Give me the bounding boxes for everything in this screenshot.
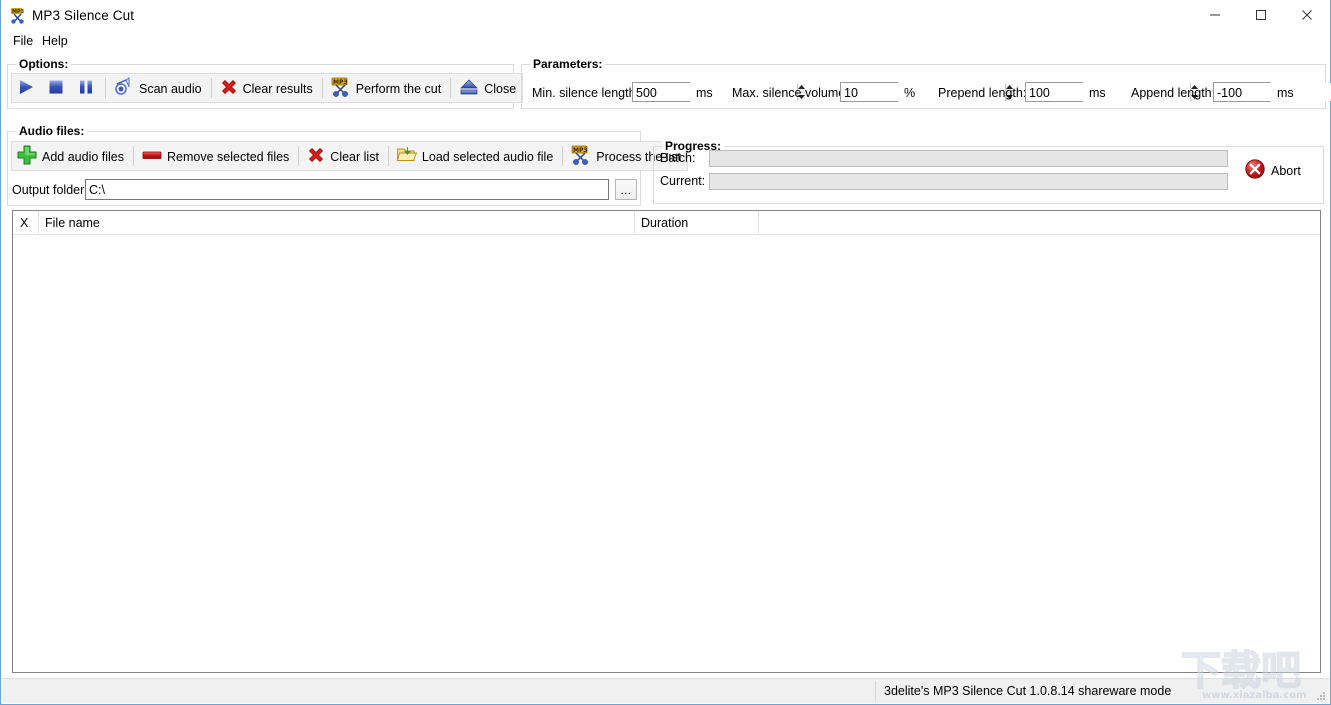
clear-list-label: Clear list [330,149,379,164]
eject-icon [458,76,480,101]
file-list-view[interactable]: X File name Duration [12,210,1321,673]
maximize-button[interactable] [1238,0,1284,30]
close-action-label: Close [484,81,517,96]
toolbar-separator [321,78,323,98]
prepend-length-label: Prepend length: [938,86,1027,100]
remove-selected-files-label: Remove selected files [167,149,290,164]
clear-list-button[interactable]: Clear list [302,142,385,170]
append-length-label: Append length: [1131,86,1216,100]
parameters-group-label: Parameters: [530,57,606,71]
audio-files-toolbar: Add audio files Remove selected files Cl… [11,141,689,171]
batch-progress-label: Batch: [660,151,696,165]
load-selected-audio-file-label: Load selected audio file [421,149,554,164]
abort-label: Abort [1271,163,1301,178]
load-selected-audio-file-button[interactable]: Load selected audio file [392,142,559,170]
min-silence-length-label: Min. silence length: [532,86,640,100]
max-silence-volume-unit: % [904,86,916,100]
red-x-icon [219,77,239,100]
add-audio-files-label: Add audio files [42,149,125,164]
clear-results-button[interactable]: Clear results [215,74,319,102]
current-progress-label: Current: [660,174,706,188]
play-icon [16,77,36,100]
add-audio-files-button[interactable]: Add audio files [12,142,130,170]
minimize-button[interactable] [1192,0,1238,30]
append-length-stepper[interactable] [1213,82,1331,102]
toolbar-separator [133,146,135,166]
close-button[interactable] [1284,0,1330,30]
file-list-header: X File name Duration [13,211,1320,235]
red-minus-icon [141,144,163,169]
min-silence-length-stepper[interactable] [632,82,805,102]
red-x-circle-icon [1244,158,1266,183]
folder-open-icon [396,144,418,169]
batch-progress-bar [709,150,1228,167]
append-length-unit: ms [1277,86,1294,100]
pause-button[interactable] [72,74,102,102]
perform-the-cut-label: Perform the cut [355,81,442,96]
mp3-scissors-icon: MP3 [330,76,352,101]
toolbar-separator [450,78,452,98]
clear-results-label: Clear results [242,81,313,96]
scan-audio-button[interactable]: Scan audio [109,74,208,102]
min-silence-length-unit: ms [696,86,713,100]
output-folder-input[interactable] [85,179,609,200]
max-silence-volume-stepper[interactable] [840,82,1013,102]
column-header-file-name[interactable]: File name [39,211,635,235]
abort-button[interactable]: Abort [1244,158,1301,183]
status-bar: 3delite's MP3 Silence Cut 1.0.8.14 share… [2,678,1329,703]
menu-item-help[interactable]: Help [38,32,72,50]
toolbar-separator [105,78,106,98]
options-group-label: Options: [16,57,72,71]
output-folder-label: Output folder: [12,183,88,197]
prepend-length-unit: ms [1089,86,1106,100]
stop-button[interactable] [42,74,72,102]
application-window: MP3 MP3 Silence Cut File Help Options: S… [0,0,1331,705]
status-bar-separator [875,681,876,702]
title-bar: MP3 MP3 Silence Cut [1,0,1330,30]
perform-the-cut-button[interactable]: MP3 Perform the cut [326,74,447,102]
menu-item-file[interactable]: File [9,32,37,50]
pause-icon [76,77,96,100]
audio-files-group-label: Audio files: [16,124,88,138]
toolbar-separator [298,146,300,166]
svg-text:MP3: MP3 [333,78,348,85]
close-action-button[interactable]: Close [454,74,522,102]
play-button[interactable] [12,74,42,102]
remove-selected-files-button[interactable]: Remove selected files [137,142,295,170]
scan-audio-label: Scan audio [139,81,202,96]
mp3-scissors-icon: MP3 [9,7,26,24]
resize-grip-icon[interactable] [1314,689,1326,701]
menu-bar: File Help [1,30,1330,51]
file-list-body[interactable] [13,235,1320,672]
toolbar-separator [562,146,564,166]
options-toolbar: Scan audio Clear results MP3 Perform the… [11,73,524,103]
status-bar-text: 3delite's MP3 Silence Cut 1.0.8.14 share… [884,684,1172,698]
stop-icon [46,77,66,100]
window-title: MP3 Silence Cut [32,8,135,23]
output-folder-browse-button[interactable]: ... [615,179,637,200]
column-header-duration[interactable]: Duration [635,211,759,235]
mp3-scissors-icon: MP3 [570,144,592,169]
toolbar-separator [210,78,212,98]
svg-text:MP3: MP3 [573,146,588,153]
current-progress-bar [709,173,1228,190]
scan-audio-icon [113,76,135,101]
toolbar-separator [387,146,389,166]
column-header-x[interactable]: X [13,211,39,235]
prepend-length-stepper[interactable] [1025,82,1198,102]
red-x-icon [306,145,326,168]
append-length-input[interactable] [1214,83,1331,101]
green-plus-icon [16,144,38,169]
max-silence-volume-label: Max. silence volume: [732,86,849,100]
